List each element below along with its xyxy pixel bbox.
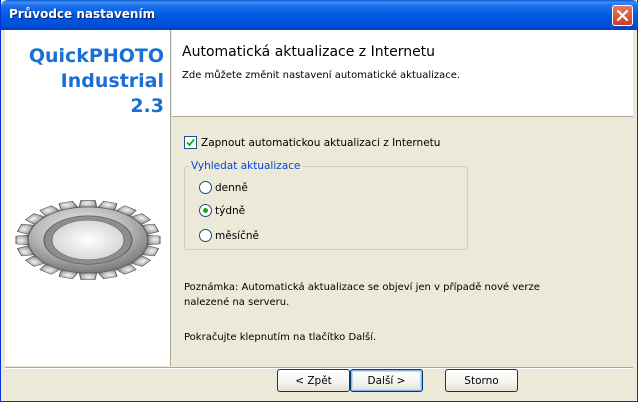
- product-name-line1: QuickPHOTO: [28, 45, 164, 67]
- title-bar[interactable]: Průvodce nastavením: [1, 0, 638, 30]
- radio-monthly-label[interactable]: měsíčně: [215, 230, 259, 242]
- page-title: Automatická aktualizace z Internetu: [182, 44, 436, 60]
- auto-update-checkbox[interactable]: [184, 136, 197, 149]
- radio-monthly-button[interactable]: [199, 229, 212, 242]
- radio-daily-label[interactable]: denně: [215, 182, 248, 194]
- product-version: 2.3: [130, 95, 164, 117]
- frequency-group-label: Vyhledat aktualizace: [189, 160, 303, 172]
- product-name: QuickPHOTO Industrial 2.3: [29, 44, 164, 119]
- frequency-group: Vyhledat aktualizace denně týdně měsíčně: [184, 160, 468, 250]
- branding-panel: QuickPHOTO Industrial 2.3: [5, 30, 171, 366]
- gear-icon: [15, 200, 161, 280]
- wizard-content: Zapnout automatickou aktualizaci z Inter…: [172, 118, 633, 366]
- close-button[interactable]: [612, 5, 633, 26]
- update-note: Poznámka: Automatická aktualizace se obj…: [184, 282, 540, 308]
- setup-wizard-window: Průvodce nastavením QuickPHOTO Industria…: [0, 0, 638, 402]
- product-name-line2: Industrial: [60, 70, 164, 92]
- auto-update-option[interactable]: Zapnout automatickou aktualizaci z Inter…: [184, 136, 440, 149]
- window-title: Průvodce nastavením: [9, 7, 156, 21]
- next-button[interactable]: Další >: [350, 369, 423, 392]
- checkmark-icon: [186, 138, 195, 147]
- radio-daily-button[interactable]: [199, 181, 212, 194]
- radio-weekly[interactable]: týdně: [199, 204, 245, 217]
- radio-weekly-button[interactable]: [199, 204, 212, 217]
- continue-hint: Pokračujte klepnutím na tlačítko Další.: [184, 332, 377, 343]
- page-subtitle: Zde můžete změnit nastavení automatické …: [182, 70, 461, 81]
- back-button[interactable]: < Zpět: [277, 369, 350, 392]
- close-icon: [617, 10, 628, 21]
- radio-daily[interactable]: denně: [199, 181, 248, 194]
- cancel-button[interactable]: Storno: [445, 369, 518, 392]
- wizard-header: Automatická aktualizace z Internetu Zde …: [172, 30, 633, 117]
- auto-update-label[interactable]: Zapnout automatickou aktualizaci z Inter…: [201, 137, 440, 149]
- radio-weekly-label[interactable]: týdně: [215, 205, 245, 217]
- radio-selected-dot: [203, 208, 208, 213]
- radio-monthly[interactable]: měsíčně: [199, 229, 259, 242]
